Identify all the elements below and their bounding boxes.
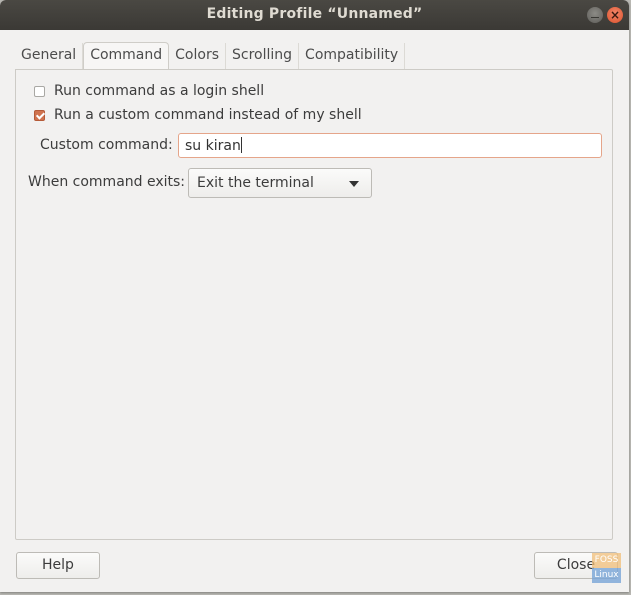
tab-general[interactable]: General (15, 43, 84, 70)
window-title: Editing Profile “Unnamed” (206, 6, 423, 22)
tab-command[interactable]: Command (83, 42, 170, 72)
minimize-button[interactable] (587, 7, 603, 23)
tab-scrolling[interactable]: Scrolling (226, 43, 300, 70)
custom-command-label: Custom command: (40, 137, 173, 153)
tab-bar: General Command Colors Scrolling Compati… (15, 42, 406, 72)
custom-command-option[interactable]: Run a custom command instead of my shell (34, 107, 362, 123)
when-exits-selected: Exit the terminal (197, 175, 314, 191)
watermark-top: FOSS (592, 553, 621, 568)
help-button[interactable]: Help (16, 552, 100, 579)
watermark-bottom: Linux (592, 568, 621, 583)
custom-command-toggle-label: Run a custom command instead of my shell (54, 107, 362, 123)
login-shell-checkbox[interactable] (34, 85, 45, 97)
watermark-logo: FOSS Linux (592, 553, 621, 583)
custom-command-input[interactable]: su kiran (178, 133, 602, 158)
close-window-button[interactable]: × (607, 7, 623, 23)
tab-colors[interactable]: Colors (169, 43, 227, 70)
custom-command-value: su kiran (185, 138, 241, 154)
when-exits-label-row: When command exits: (28, 174, 185, 190)
minimize-icon (591, 17, 599, 18)
tab-compatibility[interactable]: Compatibility (299, 43, 406, 70)
custom-command-checkbox[interactable] (34, 109, 45, 121)
when-exits-dropdown[interactable]: Exit the terminal (188, 168, 372, 198)
when-exits-label: When command exits: (28, 174, 186, 190)
custom-command-label-row: Custom command: (40, 137, 173, 153)
close-icon: × (609, 8, 621, 22)
title-bar[interactable]: Editing Profile “Unnamed” × (0, 0, 629, 30)
profile-dialog: Editing Profile “Unnamed” × General Comm… (0, 0, 629, 592)
login-shell-label: Run command as a login shell (54, 83, 265, 99)
dropdown-arrow-icon (349, 181, 359, 187)
login-shell-option[interactable]: Run command as a login shell (34, 83, 264, 99)
text-caret (240, 137, 242, 153)
